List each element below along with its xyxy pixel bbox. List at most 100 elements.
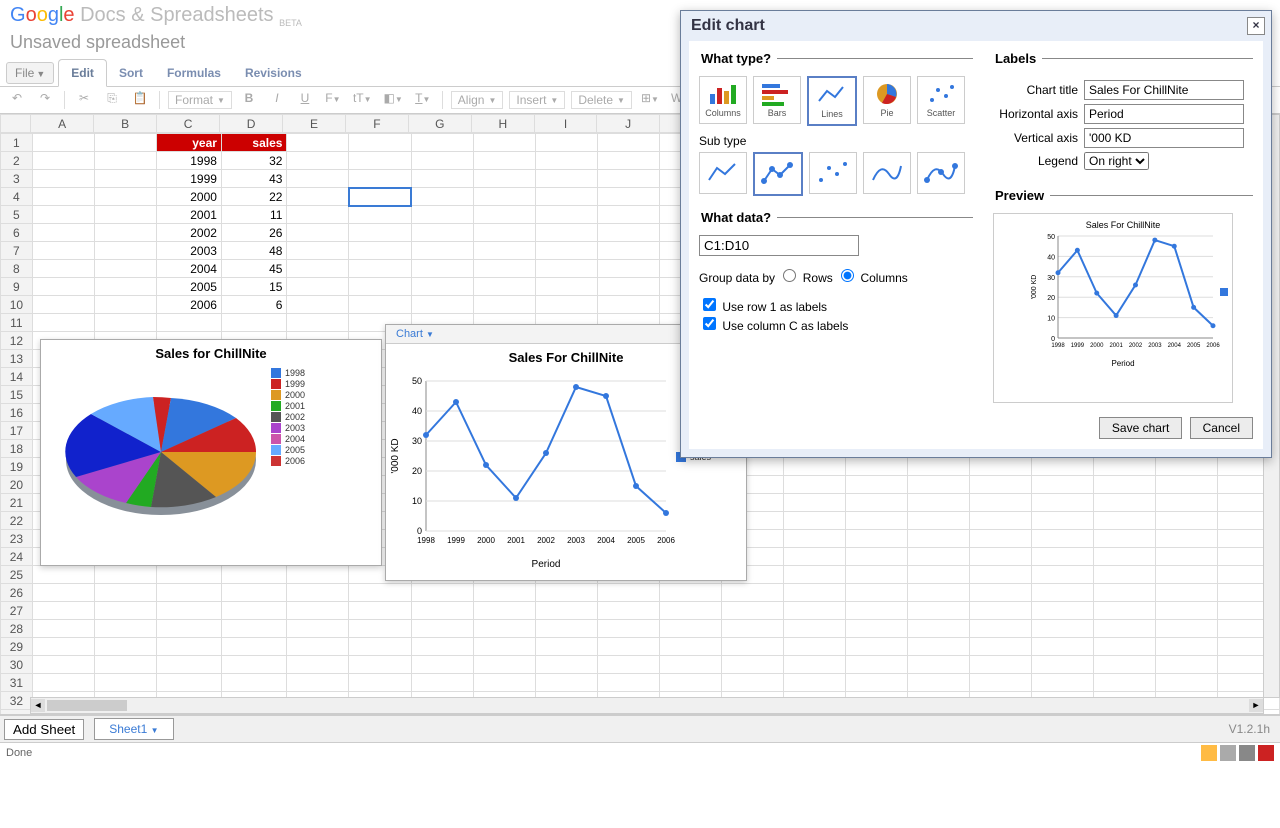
cell[interactable] (473, 188, 535, 206)
cell[interactable] (597, 620, 659, 638)
cell[interactable] (1031, 620, 1093, 638)
format-dropdown[interactable]: Format▼ (168, 91, 232, 109)
cell[interactable] (845, 674, 907, 692)
cell[interactable] (969, 548, 1031, 566)
cell[interactable] (156, 314, 221, 332)
cell[interactable] (969, 638, 1031, 656)
subtype-0[interactable] (699, 152, 747, 194)
cell[interactable] (1155, 584, 1217, 602)
cell[interactable] (156, 638, 221, 656)
chart-type-columns[interactable]: Columns (699, 76, 747, 124)
cell[interactable] (783, 656, 845, 674)
cell[interactable] (597, 602, 659, 620)
cell[interactable]: 6 (221, 296, 287, 314)
cell[interactable] (94, 260, 156, 278)
cell[interactable] (535, 674, 597, 692)
cell[interactable] (94, 602, 156, 620)
cell[interactable] (597, 170, 659, 188)
cell[interactable] (411, 584, 473, 602)
cell[interactable] (287, 602, 349, 620)
cell[interactable] (473, 260, 535, 278)
cell[interactable] (1093, 458, 1155, 476)
cell[interactable] (94, 188, 156, 206)
cancel-button[interactable]: Cancel (1190, 417, 1253, 439)
cell[interactable] (969, 476, 1031, 494)
tab-revisions[interactable]: Revisions (233, 60, 314, 86)
cell[interactable] (156, 656, 221, 674)
cell[interactable] (907, 476, 969, 494)
cell[interactable] (1155, 494, 1217, 512)
cell[interactable] (221, 638, 287, 656)
cell[interactable] (535, 152, 597, 170)
cell[interactable] (597, 278, 659, 296)
cell[interactable] (473, 638, 535, 656)
cell[interactable] (32, 206, 94, 224)
cell[interactable] (597, 152, 659, 170)
cell[interactable] (845, 566, 907, 584)
cell[interactable] (845, 530, 907, 548)
cell[interactable] (411, 188, 473, 206)
cell[interactable] (535, 278, 597, 296)
color-icon[interactable]: T▼ (412, 91, 434, 109)
cell[interactable] (473, 242, 535, 260)
cell[interactable] (845, 458, 907, 476)
cell[interactable] (845, 584, 907, 602)
cell[interactable] (1155, 656, 1217, 674)
cell[interactable] (597, 206, 659, 224)
cell[interactable] (32, 620, 94, 638)
cell[interactable] (94, 584, 156, 602)
cell[interactable] (32, 584, 94, 602)
cell[interactable] (349, 170, 411, 188)
cell[interactable] (1093, 512, 1155, 530)
cell[interactable] (597, 296, 659, 314)
cell[interactable] (349, 296, 411, 314)
cell[interactable] (473, 152, 535, 170)
status-icon-1[interactable] (1201, 745, 1217, 761)
cell[interactable] (1155, 476, 1217, 494)
cell[interactable] (783, 494, 845, 512)
cell[interactable] (32, 260, 94, 278)
cell[interactable] (969, 458, 1031, 476)
cell[interactable] (783, 584, 845, 602)
cell[interactable] (221, 602, 287, 620)
cell[interactable] (535, 134, 597, 152)
cell[interactable] (411, 152, 473, 170)
cell[interactable] (94, 566, 156, 584)
cell[interactable] (535, 188, 597, 206)
cell[interactable] (783, 458, 845, 476)
cell[interactable] (1155, 512, 1217, 530)
cell[interactable] (535, 602, 597, 620)
cell[interactable] (969, 494, 1031, 512)
cell[interactable] (287, 242, 349, 260)
cell[interactable]: 43 (221, 170, 287, 188)
cell[interactable] (721, 638, 783, 656)
cell[interactable] (907, 566, 969, 584)
legend-select[interactable]: On right (1084, 152, 1149, 170)
cell[interactable] (535, 206, 597, 224)
cell[interactable] (287, 170, 349, 188)
cell[interactable] (287, 278, 349, 296)
cell[interactable] (473, 602, 535, 620)
cell[interactable] (94, 314, 156, 332)
cell[interactable] (969, 602, 1031, 620)
cell[interactable]: 45 (221, 260, 287, 278)
group-columns-radio[interactable]: Columns (836, 271, 908, 285)
cell[interactable] (411, 224, 473, 242)
cell[interactable] (1031, 584, 1093, 602)
cell[interactable] (721, 602, 783, 620)
insert-dropdown[interactable]: Insert▼ (509, 91, 565, 109)
cell[interactable] (1031, 548, 1093, 566)
cell[interactable] (349, 602, 411, 620)
cell[interactable] (783, 566, 845, 584)
cell[interactable] (32, 278, 94, 296)
cell[interactable] (907, 512, 969, 530)
chart-type-scatter[interactable]: Scatter (917, 76, 965, 124)
cell[interactable] (411, 638, 473, 656)
copy-icon[interactable]: ⎘ (101, 91, 123, 109)
paste-icon[interactable]: 📋 (129, 91, 151, 109)
cell[interactable]: 11 (221, 206, 287, 224)
cell[interactable] (659, 638, 721, 656)
cell[interactable]: 22 (221, 188, 287, 206)
cell[interactable] (349, 584, 411, 602)
cell[interactable] (659, 656, 721, 674)
